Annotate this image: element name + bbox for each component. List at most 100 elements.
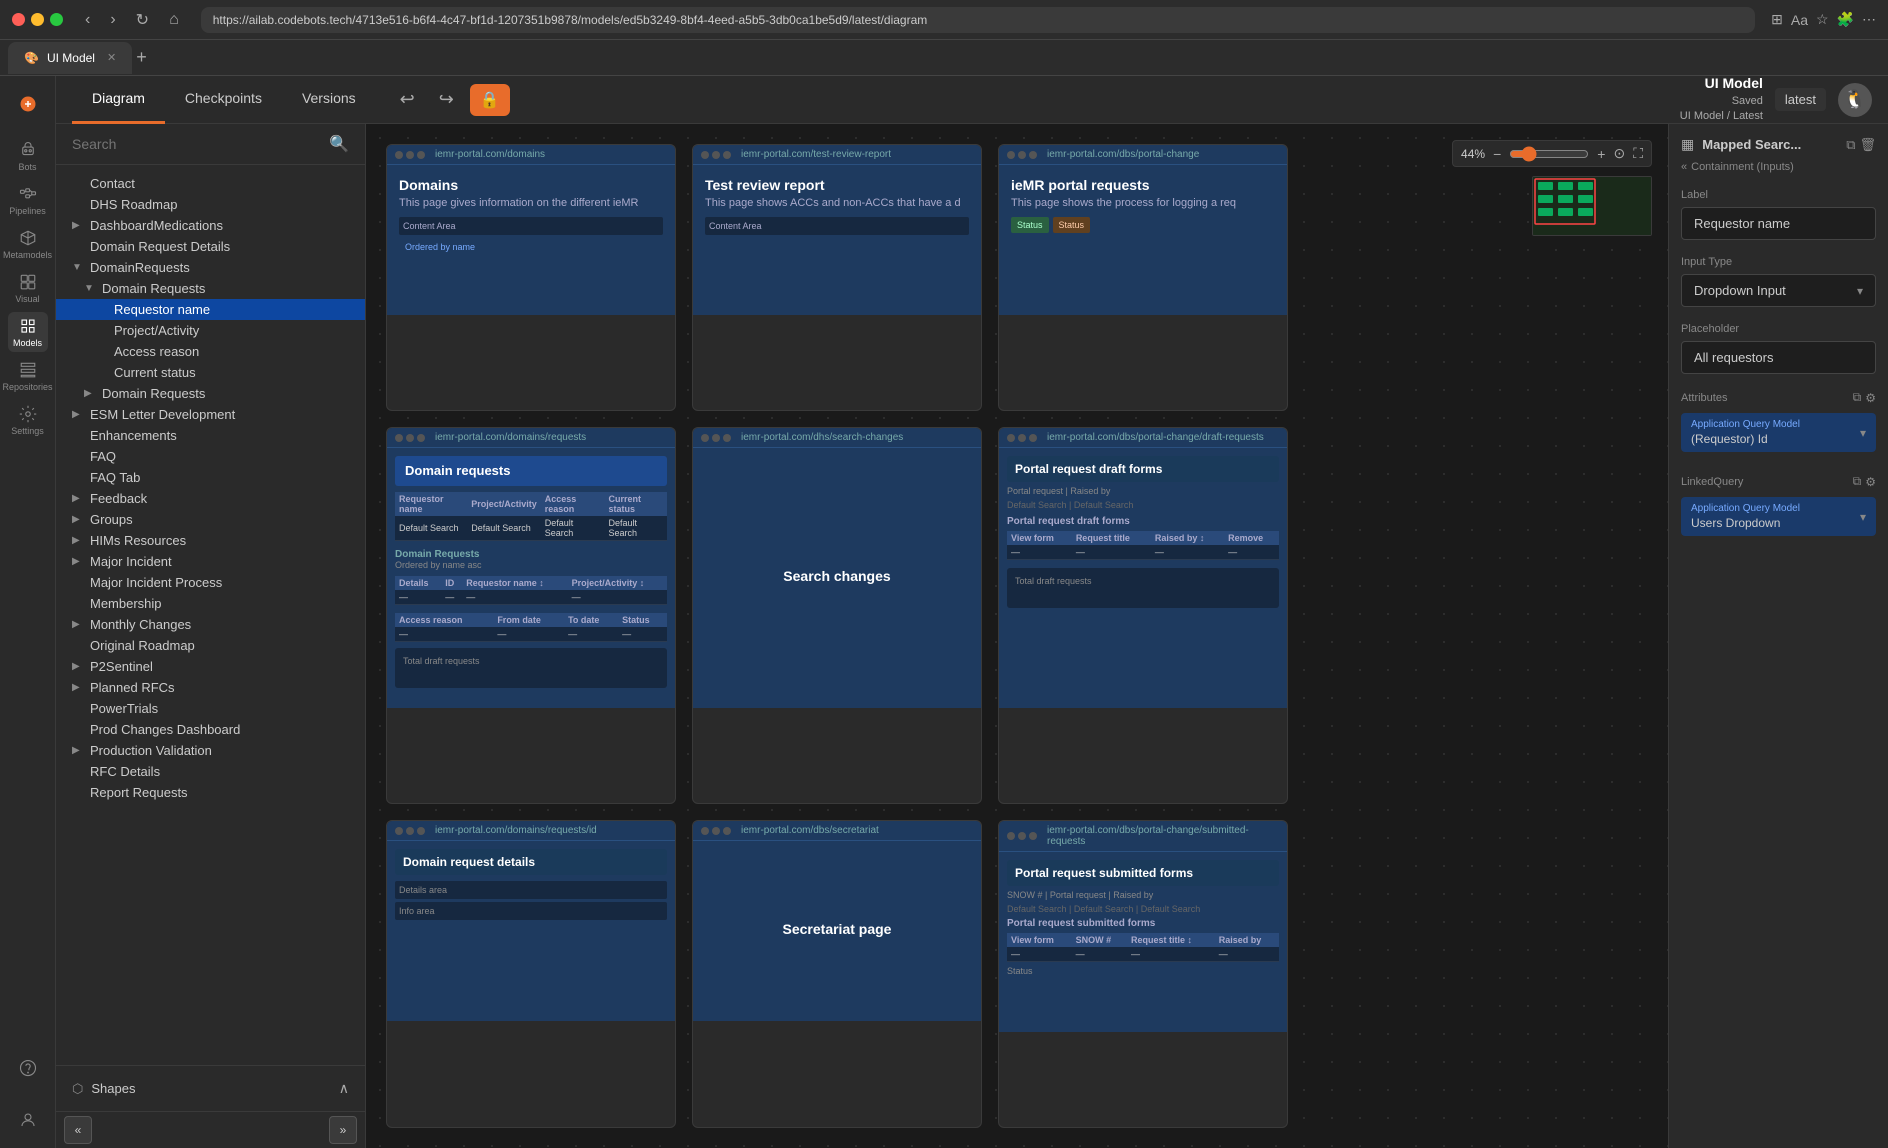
- sidebar-item-repositories[interactable]: Repositories: [8, 356, 48, 396]
- card-test-review[interactable]: iemr-portal.com/test-review-report Test …: [692, 144, 982, 411]
- tree-item-major-incident[interactable]: ▶ Major Incident: [56, 551, 365, 572]
- card-draft-forms[interactable]: iemr-portal.com/dbs/portal-change/draft-…: [998, 427, 1288, 804]
- sidebar-item-visual[interactable]: Visual: [8, 268, 48, 308]
- tree-item-domain-request-details[interactable]: Domain Request Details: [56, 236, 365, 257]
- tab-checkpoints[interactable]: Checkpoints: [165, 76, 282, 124]
- models-icon: [19, 317, 37, 335]
- tree-item-esm-letter[interactable]: ▶ ESM Letter Development: [56, 404, 365, 425]
- tree-item-production-validation[interactable]: ▶ Production Validation: [56, 740, 365, 761]
- placeholder-value[interactable]: All requestors: [1681, 341, 1876, 374]
- tree-item-planned-rfcs[interactable]: ▶ Planned RFCs: [56, 677, 365, 698]
- version-badge[interactable]: latest: [1775, 88, 1826, 111]
- tree-item-power-trials[interactable]: PowerTrials: [56, 698, 365, 719]
- card-domains[interactable]: iemr-portal.com/domains Domains This pag…: [386, 144, 676, 411]
- card-secretariat[interactable]: iemr-portal.com/dbs/secretariat Secretar…: [692, 820, 982, 1128]
- tree-item-original-roadmap[interactable]: Original Roadmap: [56, 635, 365, 656]
- label-value[interactable]: Requestor name: [1681, 207, 1876, 240]
- cast-button[interactable]: ⊞: [1771, 11, 1783, 28]
- tab-close-button[interactable]: ✕: [107, 51, 116, 64]
- tree-item-dhs-roadmap[interactable]: DHS Roadmap: [56, 194, 365, 215]
- attributes-copy-button[interactable]: ⧉: [1853, 390, 1862, 405]
- panel-delete-button[interactable]: 🗑: [1859, 137, 1876, 153]
- more-button[interactable]: ⋯: [1862, 11, 1876, 28]
- back-button[interactable]: ‹: [79, 8, 96, 32]
- tree-item-major-incident-process[interactable]: Major Incident Process: [56, 572, 365, 593]
- sidebar-item-models[interactable]: Models: [8, 312, 48, 352]
- tree-item-access-reason[interactable]: Access reason: [56, 341, 365, 362]
- zoom-button[interactable]: Aa: [1791, 11, 1808, 28]
- zoom-expand-button[interactable]: ⛶: [1633, 145, 1643, 162]
- tree-item-domain-requests[interactable]: ▼ DomainRequests: [56, 257, 365, 278]
- tree-item-faq-tab[interactable]: FAQ Tab: [56, 467, 365, 488]
- sidebar-item-metamodels[interactable]: Metamodels: [8, 224, 48, 264]
- tab-versions[interactable]: Versions: [282, 76, 376, 124]
- tree-item-report-requests[interactable]: Report Requests: [56, 782, 365, 803]
- lock-button[interactable]: 🔒: [470, 84, 510, 116]
- zoom-in-button[interactable]: +: [1597, 146, 1605, 162]
- panel-copy-button[interactable]: ⧉: [1846, 137, 1855, 153]
- nav-next-button[interactable]: »: [329, 1116, 357, 1144]
- tree-item-prod-changes-dashboard[interactable]: Prod Changes Dashboard: [56, 719, 365, 740]
- reload-button[interactable]: ↻: [130, 8, 155, 32]
- shapes-section[interactable]: ⬡ Shapes ∧: [56, 1074, 365, 1103]
- bookmark-button[interactable]: ☆: [1816, 11, 1829, 28]
- tree-item-p2sentinel[interactable]: ▶ P2Sentinel: [56, 656, 365, 677]
- tree-item-enhancements[interactable]: Enhancements: [56, 425, 365, 446]
- tree-item-project-activity[interactable]: Project/Activity: [56, 320, 365, 341]
- card-domain-request-details[interactable]: iemr-portal.com/domains/requests/id Doma…: [386, 820, 676, 1128]
- linked-query-copy-button[interactable]: ⧉: [1853, 474, 1862, 489]
- card-domain-requests[interactable]: iemr-portal.com/domains/requests Domain …: [386, 427, 676, 804]
- tree-item-groups[interactable]: ▶ Groups: [56, 509, 365, 530]
- tree-item-domain-requests-sub2[interactable]: ▶ Domain Requests: [56, 383, 365, 404]
- extensions-button[interactable]: 🧩: [1837, 11, 1854, 28]
- linked-query-1[interactable]: Application Query Model Users Dropdown ▾: [1681, 497, 1876, 536]
- forward-button[interactable]: ›: [104, 8, 121, 32]
- zoom-fit-button[interactable]: ⊙: [1613, 145, 1625, 162]
- attribute-1[interactable]: Application Query Model (Requestor) Id ▾: [1681, 413, 1876, 452]
- search-input[interactable]: [72, 136, 329, 152]
- active-tab[interactable]: 🎨 UI Model ✕: [8, 42, 132, 74]
- tree-item-monthly-changes[interactable]: ▶ Monthly Changes: [56, 614, 365, 635]
- tree-item-feedback[interactable]: ▶ Feedback: [56, 488, 365, 509]
- tree-item-current-status[interactable]: Current status: [56, 362, 365, 383]
- search-button[interactable]: 🔍: [329, 134, 349, 154]
- tree-item-faq[interactable]: FAQ: [56, 446, 365, 467]
- canvas-area[interactable]: 44% − + ⊙ ⛶: [366, 124, 1668, 1148]
- undo-button[interactable]: ↩: [392, 84, 423, 116]
- new-tab-button[interactable]: +: [136, 47, 147, 68]
- sidebar-item-bots[interactable]: Bots: [8, 136, 48, 176]
- panel-attributes-section: Attributes ⧉ ⚙ Application Query Model (…: [1681, 390, 1876, 458]
- zoom-slider[interactable]: [1509, 146, 1589, 162]
- tree-item-dashboard-medications[interactable]: ▶ DashboardMedications: [56, 215, 365, 236]
- card-search-changes[interactable]: iemr-portal.com/dhs/search-changes Searc…: [692, 427, 982, 804]
- shapes-collapse-button[interactable]: ∧: [339, 1080, 349, 1097]
- tree-item-hims-resources[interactable]: ▶ HIMs Resources: [56, 530, 365, 551]
- maximize-traffic-light[interactable]: [50, 13, 63, 26]
- attributes-settings-button[interactable]: ⚙: [1865, 390, 1876, 405]
- tree-item-membership[interactable]: Membership: [56, 593, 365, 614]
- card-iemr-portal[interactable]: iemr-portal.com/dbs/portal-change ieMR p…: [998, 144, 1288, 411]
- nav-prev-button[interactable]: «: [64, 1116, 92, 1144]
- minimize-traffic-light[interactable]: [31, 13, 44, 26]
- sidebar-item-pipelines[interactable]: Pipelines: [8, 180, 48, 220]
- card-submitted-forms[interactable]: iemr-portal.com/dbs/portal-change/submit…: [998, 820, 1288, 1128]
- redo-button[interactable]: ↪: [431, 84, 462, 116]
- linked-query-settings-button[interactable]: ⚙: [1865, 474, 1876, 489]
- zoom-out-button[interactable]: −: [1493, 146, 1501, 162]
- sidebar-item-settings[interactable]: Settings: [8, 400, 48, 440]
- tree-item-rfc-details[interactable]: RFC Details: [56, 761, 365, 782]
- tree-label: Project/Activity: [114, 323, 199, 338]
- home-button[interactable]: ⌂: [163, 8, 185, 32]
- tab-diagram[interactable]: Diagram: [72, 76, 165, 124]
- sidebar-item-user[interactable]: [8, 1100, 48, 1140]
- chevron-right-icon: ▶: [72, 220, 84, 231]
- tree-item-contact[interactable]: Contact: [56, 173, 365, 194]
- tree-item-domain-requests-sub[interactable]: ▼ Domain Requests: [56, 278, 365, 299]
- sidebar-item-help[interactable]: [8, 1048, 48, 1088]
- logo[interactable]: [8, 84, 48, 124]
- avatar-button[interactable]: 🐧: [1838, 83, 1872, 117]
- tree-item-requestor-name[interactable]: Requestor name: [56, 299, 365, 320]
- input-type-dropdown[interactable]: Dropdown Input ▾: [1681, 274, 1876, 307]
- close-traffic-light[interactable]: [12, 13, 25, 26]
- url-bar[interactable]: https://ailab.codebots.tech/4713e516-b6f…: [201, 7, 1755, 33]
